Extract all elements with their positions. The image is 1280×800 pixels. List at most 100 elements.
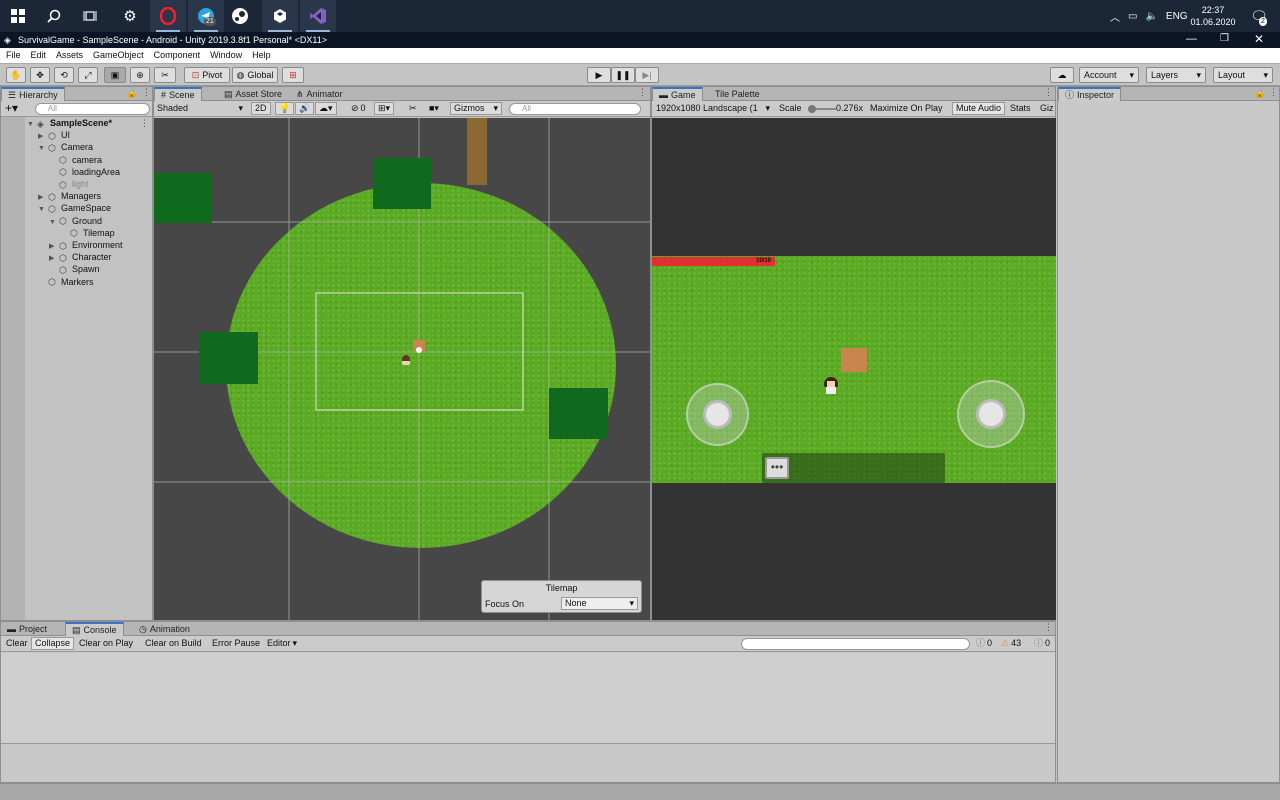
- menu-window[interactable]: Window: [210, 48, 242, 63]
- shading-dropdown[interactable]: Shaded ▾: [154, 102, 246, 115]
- custom-tool-icon[interactable]: ✂: [154, 67, 176, 83]
- hierarchy-item[interactable]: ▶ ⬡ UI: [25, 129, 70, 141]
- transform-tool-icon[interactable]: ⊕: [130, 67, 150, 83]
- lock-icon[interactable]: 🔒: [1254, 88, 1265, 99]
- telegram-icon[interactable]: 21: [188, 0, 224, 32]
- camera-icon[interactable]: ■▾: [426, 102, 442, 115]
- tab-tile-palette[interactable]: Tile Palette: [709, 87, 766, 101]
- menu-gameobject[interactable]: GameObject: [93, 48, 144, 63]
- tab-scene[interactable]: # Scene: [154, 87, 202, 101]
- snap-grid-icon[interactable]: ⊞: [282, 67, 304, 83]
- menu-help[interactable]: Help: [252, 48, 271, 63]
- audio-toggle-icon[interactable]: 🔊: [295, 102, 315, 115]
- player-character-sprite[interactable]: [402, 355, 410, 365]
- spawn-zone-tile[interactable]: [373, 158, 431, 209]
- tab-hierarchy[interactable]: ☰ Hierarchy: [1, 87, 65, 101]
- tab-inspector[interactable]: ⓘ Inspector: [1058, 87, 1122, 101]
- panel-menu-icon[interactable]: ⋮: [1269, 87, 1278, 98]
- rotate-tool-icon[interactable]: ⟲: [54, 67, 74, 83]
- hierarchy-item[interactable]: ▶ ⬡ Environment: [25, 239, 123, 251]
- panel-menu-icon[interactable]: ⋮: [1044, 622, 1053, 633]
- warning-filter-toggle[interactable]: ⚠ 43: [998, 637, 1024, 650]
- opera-icon[interactable]: [150, 0, 186, 32]
- pivot-toggle[interactable]: ⊡ Pivot: [184, 67, 230, 83]
- visual-studio-icon[interactable]: [300, 0, 336, 32]
- tab-console[interactable]: ▤ Console: [65, 622, 124, 636]
- toggle-2d-button[interactable]: 2D: [251, 102, 271, 115]
- tab-animation[interactable]: ◷ Animation: [133, 622, 196, 636]
- clear-on-play-toggle[interactable]: Clear on Play: [76, 637, 136, 650]
- tools-icon[interactable]: ✂: [406, 102, 420, 115]
- hierarchy-item[interactable]: ⬡ Markers: [25, 276, 94, 288]
- spawn-zone-tile[interactable]: [154, 173, 212, 223]
- resolution-dropdown[interactable]: 1920x1080 Landscape (1 ▾: [653, 102, 773, 115]
- move-joystick-knob[interactable]: [703, 400, 732, 429]
- stats-toggle[interactable]: Stats: [1007, 102, 1034, 115]
- move-joystick[interactable]: [686, 383, 749, 446]
- effects-toggle-icon[interactable]: ☁▾: [315, 102, 337, 115]
- settings-icon[interactable]: ⚙: [112, 0, 148, 32]
- panel-menu-icon[interactable]: ⋮: [1044, 87, 1053, 98]
- task-view-icon[interactable]: [72, 0, 108, 32]
- clear-on-build-toggle[interactable]: Clear on Build: [142, 637, 205, 650]
- error-pause-toggle[interactable]: Error Pause: [209, 637, 263, 650]
- chevron-up-icon[interactable]: ︿: [1110, 9, 1120, 24]
- menu-file[interactable]: File: [6, 48, 21, 63]
- rect-tool-icon[interactable]: ▣: [104, 67, 126, 83]
- language-indicator[interactable]: ENG: [1166, 11, 1188, 22]
- create-icon[interactable]: +▾: [5, 101, 18, 115]
- scene-viewport[interactable]: Tilemap Focus On None ▾: [154, 118, 650, 620]
- lighting-toggle-icon[interactable]: 💡: [275, 102, 295, 115]
- player-character-sprite[interactable]: [824, 377, 838, 395]
- aim-joystick-knob[interactable]: [976, 399, 1006, 429]
- lock-icon[interactable]: 🔒: [126, 88, 137, 99]
- restore-icon[interactable]: ❐: [1220, 33, 1229, 44]
- hierarchy-item[interactable]: ▶ ⬡ Character: [25, 251, 112, 263]
- aim-joystick[interactable]: [957, 380, 1025, 448]
- maximize-on-play-toggle[interactable]: Maximize On Play: [867, 102, 946, 115]
- close-icon[interactable]: ✕: [1254, 32, 1264, 46]
- hierarchy-item[interactable]: ▼ ◈ SampleScene* ⋮: [25, 117, 149, 129]
- spawn-zone-tile[interactable]: [549, 388, 608, 439]
- scale-tool-icon[interactable]: ⤢: [78, 67, 98, 83]
- scene-menu-icon[interactable]: ⋮: [140, 117, 149, 129]
- scale-slider-thumb[interactable]: [808, 105, 816, 113]
- crate-sprite[interactable]: [841, 348, 867, 372]
- account-dropdown[interactable]: Account ▾: [1079, 67, 1139, 83]
- pause-button[interactable]: ❚❚: [611, 67, 635, 83]
- menu-edit[interactable]: Edit: [31, 48, 47, 63]
- hierarchy-item[interactable]: ⬡ loadingArea: [25, 166, 120, 178]
- tab-project[interactable]: ▬ Project: [1, 622, 53, 636]
- hierarchy-item[interactable]: ▼ ⬡ GameSpace: [25, 202, 111, 214]
- hierarchy-item[interactable]: ⬡ light: [25, 178, 89, 190]
- panel-menu-icon[interactable]: ⋮: [638, 87, 647, 98]
- notifications-icon[interactable]: 🗨 2: [1246, 0, 1272, 32]
- menu-assets[interactable]: Assets: [56, 48, 83, 63]
- menu-component[interactable]: Component: [154, 48, 201, 63]
- more-options-icon[interactable]: •••: [765, 457, 789, 479]
- tab-asset-store[interactable]: ▤ Asset Store: [218, 87, 288, 101]
- unity-icon[interactable]: [262, 0, 298, 32]
- windows-start-icon[interactable]: [0, 0, 36, 32]
- hand-tool-icon[interactable]: ✋: [6, 67, 26, 83]
- console-log-area[interactable]: [1, 653, 1055, 743]
- steam-icon[interactable]: [222, 0, 258, 32]
- tree-trunk-sprite[interactable]: [467, 118, 487, 185]
- mute-audio-toggle[interactable]: Mute Audio: [952, 102, 1006, 115]
- hierarchy-item[interactable]: ▼ ⬡ Camera: [25, 141, 93, 153]
- hierarchy-item[interactable]: ⬡ Tilemap: [25, 227, 115, 239]
- hierarchy-item[interactable]: ▶ ⬡ Managers: [25, 190, 101, 202]
- clear-button[interactable]: Clear: [3, 637, 31, 650]
- minimize-icon[interactable]: —: [1186, 33, 1197, 45]
- editor-dropdown[interactable]: Editor ▾: [264, 637, 300, 650]
- network-icon[interactable]: ▭: [1128, 11, 1137, 22]
- move-tool-icon[interactable]: ✥: [30, 67, 50, 83]
- grid-toggle-icon[interactable]: ⊞▾: [374, 102, 395, 115]
- panel-menu-icon[interactable]: ⋮: [142, 87, 151, 98]
- console-search-input[interactable]: [741, 638, 970, 650]
- layers-dropdown[interactable]: Layers ▾: [1146, 67, 1206, 83]
- game-gizmos-toggle[interactable]: Giz: [1037, 102, 1057, 115]
- game-viewport[interactable]: 10/10 •••: [652, 118, 1056, 620]
- clock[interactable]: 22:37 01.06.2020: [1190, 0, 1236, 32]
- global-toggle[interactable]: ◍ Global: [232, 67, 278, 83]
